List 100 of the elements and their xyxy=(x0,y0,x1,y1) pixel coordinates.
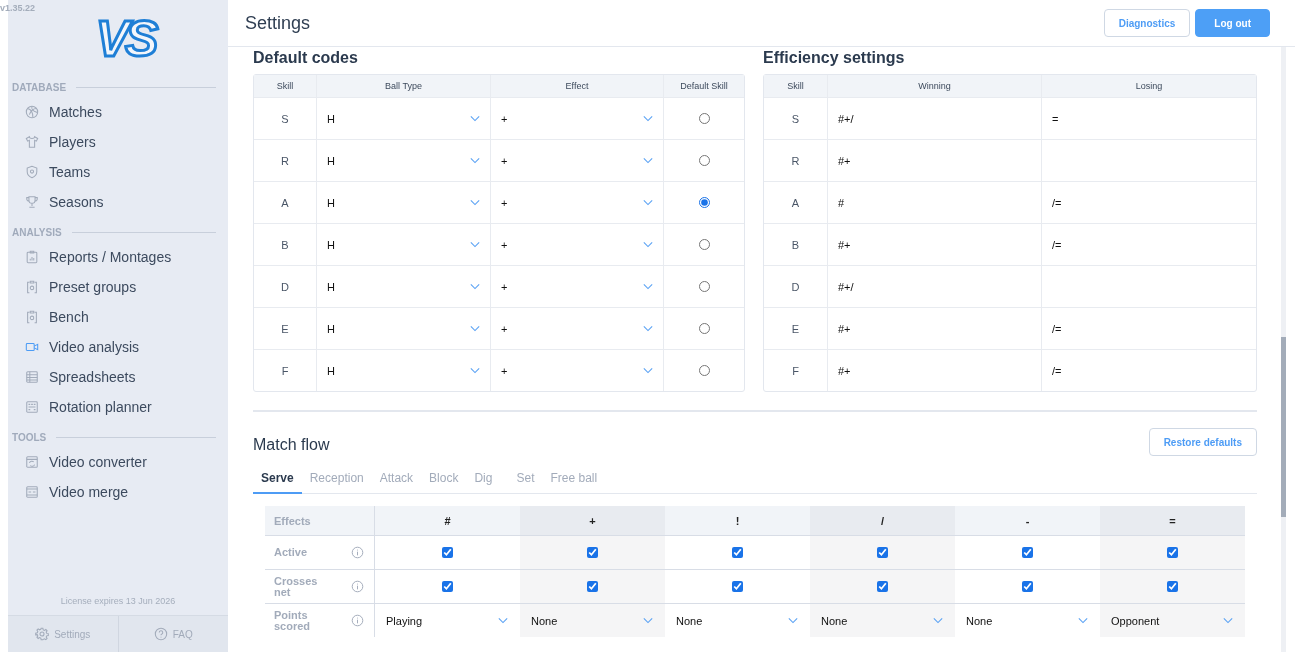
points-select[interactable]: None xyxy=(665,604,810,637)
effect-select[interactable]: + xyxy=(490,182,663,223)
checkbox[interactable] xyxy=(442,581,453,592)
sidebar-item[interactable]: Video converter xyxy=(8,447,228,477)
table-cell: /= xyxy=(1041,182,1256,223)
table-cell-text: E xyxy=(790,321,801,337)
chevron-icon xyxy=(933,617,943,624)
license-note: License expires 13 Jun 2026 xyxy=(59,596,177,608)
ball-type-select[interactable]: H xyxy=(316,308,490,349)
table-cell-text: A xyxy=(790,195,801,211)
sidebar-item[interactable]: Bench xyxy=(8,302,228,332)
column-header: Ball Type xyxy=(316,75,490,97)
ball-type-select[interactable]: H xyxy=(316,266,490,307)
radio-button[interactable] xyxy=(698,155,710,166)
table-cell-text: R xyxy=(280,153,290,169)
effect-select[interactable]: + xyxy=(490,224,663,265)
radio-button[interactable] xyxy=(698,365,710,376)
table-cell: /= xyxy=(1041,350,1256,391)
sidebar-item[interactable]: Rotation planner xyxy=(8,392,228,422)
chevron-icon xyxy=(470,199,480,206)
checkbox[interactable] xyxy=(587,581,598,592)
checkbox[interactable] xyxy=(877,581,888,592)
checkbox[interactable] xyxy=(1167,547,1178,558)
table-cell: /= xyxy=(1041,224,1256,265)
section-title: Default codes xyxy=(253,49,359,67)
column-header: Losing xyxy=(1041,75,1256,97)
chevron-icon xyxy=(643,283,653,290)
effect-select[interactable]: + xyxy=(490,140,663,181)
chevron-icon xyxy=(643,325,653,332)
checkbox[interactable] xyxy=(732,581,743,592)
help-icon xyxy=(153,627,168,641)
effect-select[interactable]: + xyxy=(490,98,663,139)
radio-button[interactable] xyxy=(698,323,710,334)
table-cell: #+ xyxy=(827,224,1041,265)
ball-type-select[interactable]: H xyxy=(316,98,490,139)
column-header: Effect xyxy=(490,75,663,97)
sidebar-item[interactable]: Video merge xyxy=(8,477,228,507)
table-cell: /= xyxy=(1041,308,1256,349)
chevron-icon xyxy=(470,115,480,122)
effect-select[interactable]: + xyxy=(490,266,663,307)
checkbox[interactable] xyxy=(877,547,888,558)
page-title: Settings xyxy=(245,12,311,34)
chevron-icon xyxy=(470,283,480,290)
sidebar-item[interactable]: Spreadsheets xyxy=(8,362,228,392)
ball-type-select[interactable]: H xyxy=(316,350,490,391)
sidebar-item[interactable]: Seasons xyxy=(8,187,228,217)
table-cell-text: D xyxy=(790,279,801,295)
chevron-icon xyxy=(643,617,653,624)
column-header: ! xyxy=(734,513,741,529)
checkbox[interactable] xyxy=(1022,547,1033,558)
table-cell-text: R xyxy=(790,153,801,169)
points-select[interactable]: None xyxy=(520,604,665,637)
checkbox[interactable] xyxy=(442,547,453,558)
column-header: # xyxy=(443,513,452,529)
sidebar-item[interactable]: Reports / Montages xyxy=(8,242,228,272)
column-header: - xyxy=(1024,513,1031,529)
effect-select[interactable]: + xyxy=(490,308,663,349)
sidebar-item[interactable]: Preset groups xyxy=(8,272,228,302)
row-header: Effects xyxy=(265,506,375,535)
section-title: Efficiency settings xyxy=(763,49,906,67)
table-cell-text: S xyxy=(280,111,290,127)
radio-button[interactable] xyxy=(698,197,710,208)
chevron-icon xyxy=(470,241,480,248)
row-header: Points scored xyxy=(274,609,312,632)
points-select[interactable]: Opponent xyxy=(1100,604,1245,637)
sidebar-item[interactable]: Video analysis xyxy=(8,332,228,362)
ball-type-select[interactable]: H xyxy=(316,182,490,223)
chevron-icon xyxy=(643,241,653,248)
checkbox[interactable] xyxy=(1167,581,1178,592)
chevron-icon xyxy=(1078,617,1088,624)
checkbox[interactable] xyxy=(1022,581,1033,592)
points-select[interactable]: None xyxy=(810,604,955,637)
radio-button[interactable] xyxy=(698,239,710,250)
table-cell-text: S xyxy=(790,111,801,127)
table-cell-text: B xyxy=(790,237,801,253)
checkbox[interactable] xyxy=(732,547,743,558)
section-heading: DATABASE xyxy=(12,82,67,93)
row-header: Active xyxy=(274,547,308,558)
radio-button[interactable] xyxy=(698,281,710,292)
version-label: v1.35.22 xyxy=(0,3,36,13)
ball-type-select[interactable]: H xyxy=(316,224,490,265)
column-header: = xyxy=(1100,506,1245,535)
table-cell-text: F xyxy=(280,363,290,379)
settings-icon xyxy=(35,627,50,641)
scrollbar[interactable] xyxy=(1281,47,1286,652)
sidebar-item[interactable]: Teams xyxy=(8,157,228,187)
points-select[interactable]: Playing xyxy=(375,604,520,637)
tab[interactable]: Serve xyxy=(253,466,302,494)
effect-select[interactable]: + xyxy=(490,350,663,391)
sidebar-item[interactable]: Matches xyxy=(8,97,228,127)
column-header: Skill xyxy=(786,80,805,93)
checkbox[interactable] xyxy=(587,547,598,558)
column-header: Winning xyxy=(827,75,1041,97)
chevron-icon xyxy=(470,367,480,374)
points-select[interactable]: None xyxy=(955,604,1100,637)
ball-type-select[interactable]: H xyxy=(316,140,490,181)
logo: VS xyxy=(95,14,155,64)
sidebar-item[interactable]: Players xyxy=(8,127,228,157)
chevron-icon xyxy=(498,617,508,624)
radio-button[interactable] xyxy=(698,113,710,124)
